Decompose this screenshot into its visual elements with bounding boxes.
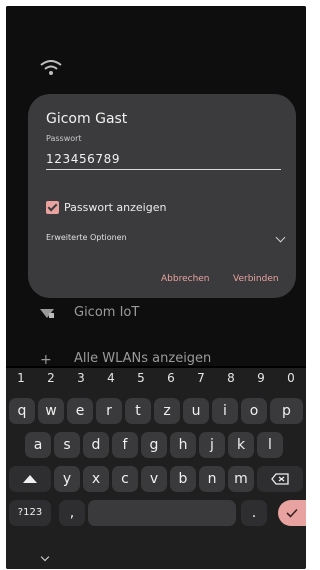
key-f[interactable]: f xyxy=(112,432,138,458)
on-screen-keyboard: 1 2 3 4 5 6 7 8 9 0 q w e r t z u i o p … xyxy=(6,368,306,569)
key-s[interactable]: s xyxy=(54,432,80,458)
key-i[interactable]: i xyxy=(212,398,238,424)
key-v[interactable]: v xyxy=(141,466,167,492)
network-item-gicom-iot[interactable]: Gicom IoT xyxy=(6,300,306,328)
key-e[interactable]: e xyxy=(67,398,93,424)
key-b[interactable]: b xyxy=(170,466,196,492)
checkmark-icon xyxy=(286,508,298,518)
enter-key[interactable] xyxy=(278,500,306,526)
key-o[interactable]: o xyxy=(241,398,267,424)
key-comma[interactable]: , xyxy=(59,500,85,526)
wifi-lock-icon xyxy=(40,306,56,322)
key-z[interactable]: z xyxy=(154,398,180,424)
password-field[interactable] xyxy=(46,148,281,170)
key-0[interactable]: 0 xyxy=(282,371,300,385)
dialog-title: Gicom Gast xyxy=(46,111,128,127)
show-all-networks-label: Alle WLANs anzeigen xyxy=(74,351,212,366)
key-j[interactable]: j xyxy=(199,432,225,458)
keyboard-number-row: 1 2 3 4 5 6 7 8 9 0 xyxy=(6,371,306,389)
key-a[interactable]: a xyxy=(25,432,51,458)
plus-icon: + xyxy=(40,352,52,368)
key-p[interactable]: p xyxy=(270,398,303,424)
key-t[interactable]: t xyxy=(125,398,151,424)
key-x[interactable]: x xyxy=(83,466,109,492)
key-period[interactable]: . xyxy=(241,500,267,526)
key-5[interactable]: 5 xyxy=(132,371,150,385)
key-u[interactable]: u xyxy=(183,398,209,424)
network-label: Gicom IoT xyxy=(74,305,140,320)
key-4[interactable]: 4 xyxy=(102,371,120,385)
checkbox-checked-icon[interactable] xyxy=(46,200,59,214)
password-label: Passwort xyxy=(46,134,82,143)
key-6[interactable]: 6 xyxy=(162,371,180,385)
backspace-icon xyxy=(271,473,289,485)
key-m[interactable]: m xyxy=(228,466,254,492)
key-n[interactable]: n xyxy=(199,466,225,492)
backspace-key[interactable] xyxy=(257,466,303,492)
advanced-options-toggle[interactable]: Erweiterte Optionen xyxy=(46,233,127,242)
phone-screen: Gicom IoT + Alle WLANs anzeigen Gicom Ga… xyxy=(6,6,306,569)
key-q[interactable]: q xyxy=(9,398,35,424)
key-y[interactable]: y xyxy=(54,466,80,492)
show-password-checkbox[interactable]: Passwort anzeigen xyxy=(46,199,166,215)
key-d[interactable]: d xyxy=(83,432,109,458)
key-2[interactable]: 2 xyxy=(42,371,60,385)
key-7[interactable]: 7 xyxy=(192,371,210,385)
key-k[interactable]: k xyxy=(228,432,254,458)
show-password-label: Passwort anzeigen xyxy=(64,200,167,214)
key-g[interactable]: g xyxy=(141,432,167,458)
shift-arrow-icon xyxy=(23,475,37,483)
chevron-down-icon[interactable] xyxy=(275,232,286,243)
key-w[interactable]: w xyxy=(38,398,64,424)
key-h[interactable]: h xyxy=(170,432,196,458)
spacebar[interactable] xyxy=(88,500,236,526)
connect-button[interactable]: Verbinden xyxy=(233,274,279,284)
key-1[interactable]: 1 xyxy=(12,371,30,385)
key-8[interactable]: 8 xyxy=(222,371,240,385)
key-9[interactable]: 9 xyxy=(252,371,270,385)
key-l[interactable]: l xyxy=(257,432,283,458)
wifi-icon xyxy=(40,60,62,75)
symbols-key[interactable]: ?123 xyxy=(9,500,51,526)
key-c[interactable]: c xyxy=(112,466,138,492)
hide-keyboard-chevron-icon[interactable] xyxy=(40,552,50,562)
key-r[interactable]: r xyxy=(96,398,122,424)
wifi-password-dialog: Gicom Gast Passwort Passwort anzeigen Er… xyxy=(28,94,296,298)
cancel-button[interactable]: Abbrechen xyxy=(161,274,210,284)
key-3[interactable]: 3 xyxy=(72,371,90,385)
shift-key[interactable] xyxy=(9,466,51,492)
